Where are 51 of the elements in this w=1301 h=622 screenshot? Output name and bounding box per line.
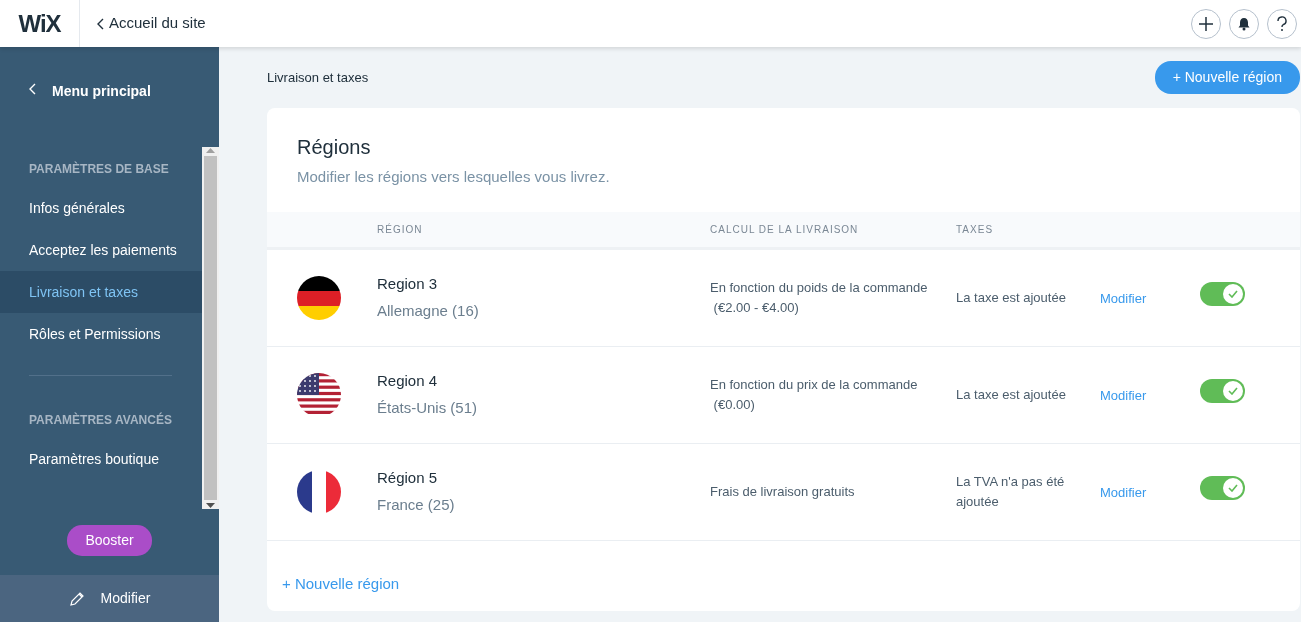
region-name: Region 3 (377, 274, 439, 294)
sidebar-item[interactable]: Rôles et Permissions (0, 313, 202, 355)
sidebar-item[interactable]: Paramètres boutique (0, 438, 202, 480)
card-subtitle: Modifier les régions vers lesquelles vous livrez. (296, 167, 611, 187)
add-region-link[interactable]: + Nouvelle région (282, 572, 400, 595)
region-name: Région 5 (377, 468, 439, 488)
toggle-switch[interactable] (1200, 379, 1245, 403)
region-countries: France (25) (377, 494, 456, 515)
shipping-method: Frais de livraison gratuits (710, 482, 856, 501)
help-icon[interactable] (1267, 8, 1297, 39)
pencil-icon (68, 590, 85, 607)
check-icon (1228, 290, 1238, 298)
section-heading: PARAMÈTRES DE BASE (28, 160, 170, 178)
edit-link[interactable]: Modifier (1100, 484, 1147, 500)
column-header: CALCUL DE LA LIVRAISON (710, 222, 860, 237)
scroll-down-icon[interactable] (206, 503, 215, 509)
region-countries: Allemagne (16) (377, 300, 480, 321)
column-header: TAXES (956, 222, 995, 237)
toggle-switch[interactable] (1200, 476, 1245, 500)
check-icon (1228, 484, 1238, 492)
add-icon[interactable] (1191, 8, 1221, 39)
sidebar-item[interactable]: Livraison et taxes (0, 271, 202, 313)
chevron-left-icon (97, 17, 105, 30)
edit-link[interactable]: Modifier (1100, 290, 1147, 306)
toggle-switch[interactable] (1200, 282, 1245, 306)
new-region-button[interactable]: + Nouvelle région (1154, 61, 1300, 94)
region-name: Region 4 (377, 371, 439, 391)
tax-status: La TVA n'a pas été ajoutée (956, 473, 1066, 511)
tax-status: La taxe est ajoutée (956, 288, 1067, 307)
section-heading: PARAMÈTRES AVANCÉS (28, 411, 173, 429)
flag-icon (297, 469, 341, 514)
region-countries: États-Unis (51) (377, 397, 479, 418)
scrollbar[interactable] (202, 147, 219, 509)
card-title: Régions (296, 135, 372, 160)
breadcrumb: Livraison et taxes (267, 68, 369, 87)
flag-icon (297, 275, 341, 320)
tax-status: La taxe est ajoutée (956, 385, 1067, 404)
sidebar-item[interactable]: Acceptez les paiements (0, 229, 202, 271)
back-link[interactable]: Accueil du site (97, 12, 206, 35)
check-icon (1228, 387, 1238, 395)
back-icon[interactable] (29, 83, 36, 95)
flag-icon (297, 372, 341, 417)
bell-icon[interactable] (1229, 8, 1259, 39)
column-header: RÉGION (377, 222, 424, 237)
shipping-method: En fonction du poids de la commande (€2.00 - €4.00) (710, 279, 929, 317)
shipping-method: En fonction du prix de la commande (€0.00) (710, 376, 919, 414)
edit-link[interactable]: Modifier (1100, 387, 1147, 403)
sidebar-item[interactable]: Infos générales (0, 187, 202, 229)
upgrade-button[interactable]: Booster (67, 525, 152, 556)
main-menu-link[interactable]: Menu principal (52, 81, 151, 102)
edit-button[interactable]: Modifier (0, 575, 219, 622)
